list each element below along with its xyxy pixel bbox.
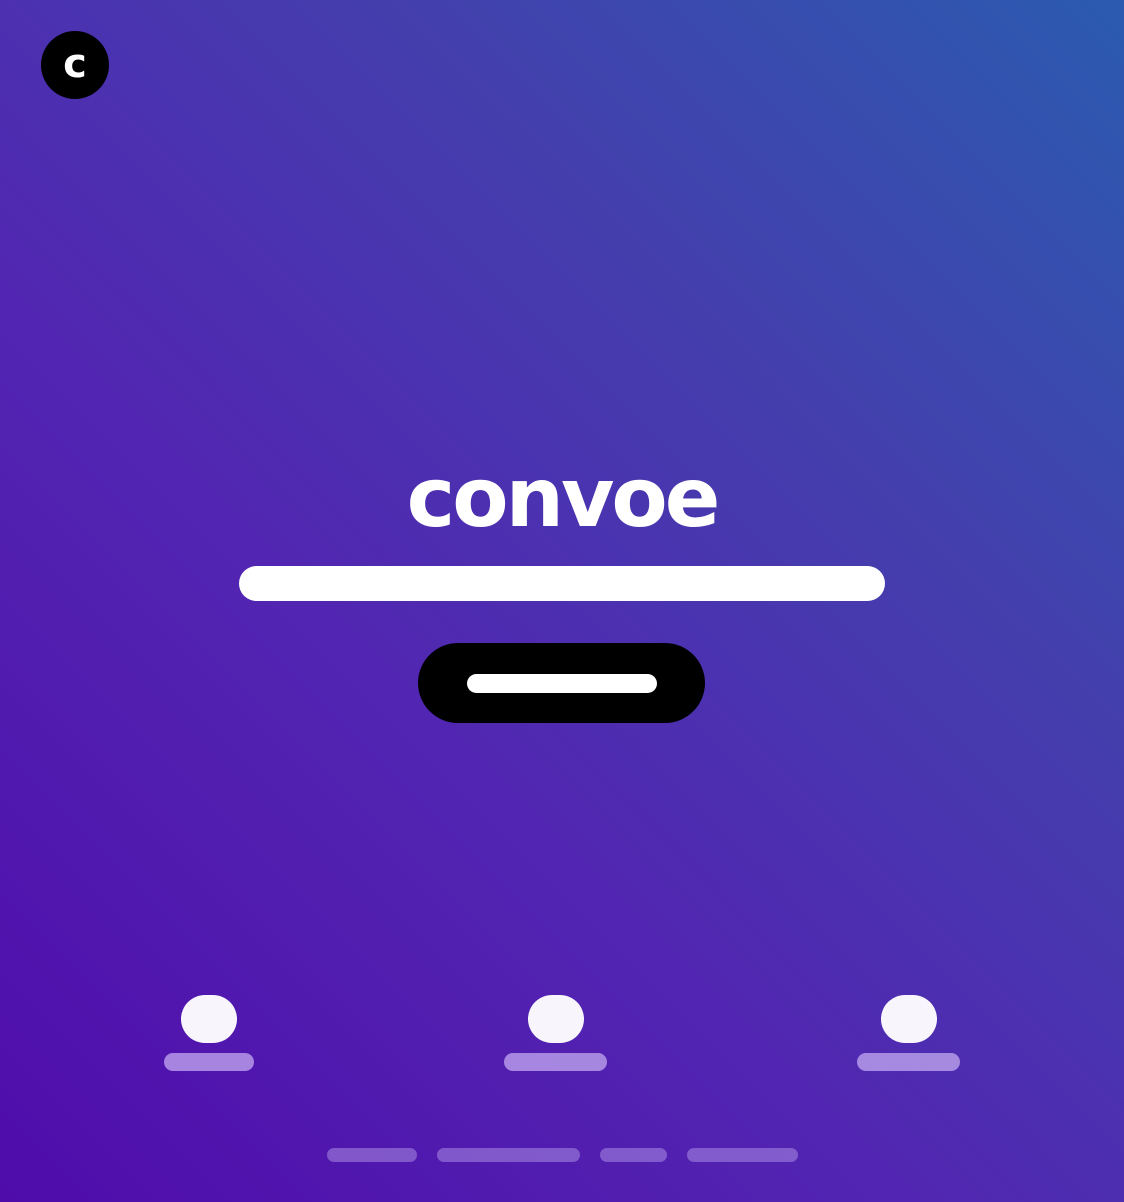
logo-icon[interactable]: c — [41, 31, 109, 99]
feature-icon — [880, 995, 937, 1043]
footer-link[interactable] — [687, 1148, 798, 1162]
feature-item — [504, 995, 607, 1071]
feature-label-placeholder — [504, 1053, 607, 1071]
cta-button-label-placeholder — [466, 673, 657, 693]
feature-item — [164, 995, 254, 1071]
footer-link[interactable] — [600, 1148, 667, 1162]
feature-item — [857, 995, 960, 1071]
feature-icon — [181, 995, 237, 1043]
logo-letter: c — [63, 40, 87, 87]
brand-wordmark: convoe — [406, 451, 721, 546]
feature-label-placeholder — [857, 1053, 960, 1071]
headline-placeholder — [239, 566, 885, 601]
footer-links — [327, 1148, 798, 1162]
footer-link[interactable] — [327, 1148, 417, 1162]
feature-label-placeholder — [164, 1053, 254, 1071]
footer-link[interactable] — [437, 1148, 580, 1162]
cta-button[interactable] — [418, 643, 705, 723]
feature-icon — [527, 995, 584, 1043]
